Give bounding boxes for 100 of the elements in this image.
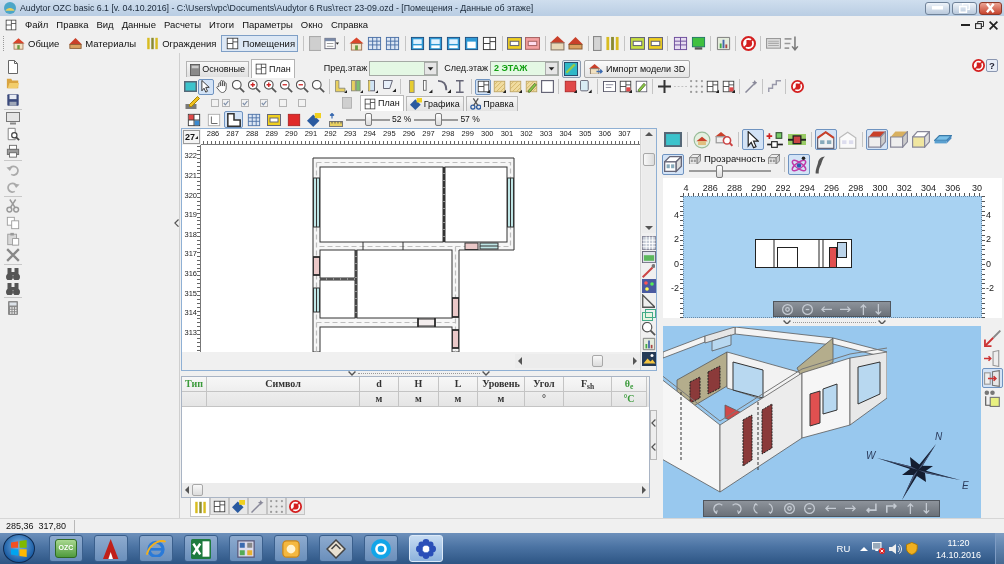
arrow-down-left-icon[interactable] [865,503,877,514]
zoom-in-icon[interactable] [783,503,795,514]
menu-item[interactable]: Справка [330,19,369,31]
monitor-icon[interactable] [6,112,20,126]
note-button[interactable] [601,78,617,95]
arrow-down-icon[interactable] [923,503,931,514]
taskbar-app-button[interactable] [274,535,308,562]
scrollbar-thumb[interactable] [642,153,655,166]
frame-button[interactable] [264,111,283,128]
atom-button[interactable] [787,154,810,175]
arrow-up-right-icon[interactable] [886,503,898,514]
language-indicator[interactable]: RU [836,542,851,555]
document-search-icon[interactable] [6,127,20,142]
scissors-icon[interactable] [6,199,20,214]
arrow-left-icon[interactable] [821,305,832,313]
line-tool-button[interactable] [561,60,581,78]
menu-item[interactable]: Правка [56,19,89,31]
panel-tab[interactable] [210,498,229,515]
edit-tab[interactable]: Правка [465,96,518,111]
scroll-up-icon[interactable] [644,132,653,136]
shield-icon[interactable] [906,542,918,555]
screen-button[interactable] [182,78,198,95]
menu-item[interactable]: Расчеты [163,19,201,31]
zoom-out-button[interactable] [278,78,294,95]
delete-icon[interactable] [6,248,20,263]
zoom-out-icon[interactable] [801,303,813,315]
dot-grid-button[interactable] [688,78,704,95]
pencil-icon[interactable] [185,96,200,110]
pointer-button[interactable] [742,129,764,150]
stripes-icon[interactable] [605,36,620,51]
arc-wall-button[interactable] [436,78,452,95]
module-button[interactable]: Ограждения [141,35,220,52]
wall-tool-button[interactable] [333,78,349,95]
monitor-icon[interactable] [691,36,706,51]
window-tool-button[interactable] [381,78,397,95]
arrow-tool-button[interactable] [981,328,1003,348]
panel-tab[interactable] [190,498,210,517]
scroll-right-icon[interactable] [642,486,646,494]
scroll-down-icon[interactable] [644,226,653,230]
grid-icon[interactable] [641,236,656,250]
chevron-left-icon[interactable] [174,219,179,228]
panel-tab[interactable] [286,498,305,515]
frame-icon[interactable] [507,37,523,50]
floor-plan-button[interactable] [475,78,491,95]
arrow-down-icon[interactable] [875,303,882,315]
restore-icon[interactable] [975,20,984,30]
plus-button[interactable] [656,78,672,95]
menu-item[interactable]: Вид [96,19,114,31]
rotate-right-icon[interactable] [732,503,743,514]
picture-icon[interactable] [641,352,656,367]
table-icon[interactable] [367,36,383,51]
module-button[interactable]: Общие [7,35,63,52]
scroll-right-icon[interactable] [633,357,637,365]
taskbar-app-button[interactable] [319,535,353,562]
speaker-icon[interactable] [889,543,903,554]
frame-icon[interactable] [525,37,541,50]
printer-icon[interactable] [6,143,20,158]
calendar-icon[interactable] [324,36,340,51]
close-button[interactable] [979,1,1002,15]
document-icon[interactable] [8,60,18,74]
screen-button[interactable] [662,129,684,150]
import-button[interactable]: Импорт модели 3D [583,60,691,78]
rotate-left-icon[interactable] [712,503,723,514]
horizontal-scrollbar[interactable] [515,354,640,368]
slider-thumb[interactable] [365,113,373,126]
floor-plan-button[interactable] [617,78,633,95]
scroll-left-icon[interactable] [185,486,189,494]
taskbar-app-button[interactable] [229,535,263,562]
panel-icon[interactable] [428,36,444,51]
building-block-button[interactable] [910,129,932,150]
maximize-button[interactable] [952,1,977,15]
house-outline-button[interactable] [662,154,684,175]
floor-plan-button[interactable] [720,78,736,95]
table-icon[interactable] [673,36,688,51]
rectangle-button[interactable] [539,78,555,95]
collapse-handle[interactable] [650,410,657,460]
taskbar-app-button[interactable] [139,535,173,562]
building-button[interactable] [815,129,837,150]
floor-plan-icon[interactable] [482,36,498,51]
hatched-area-button[interactable] [507,78,523,95]
building-block-button[interactable] [866,129,888,150]
binoculars-icon[interactable] [6,267,20,281]
zoom-out-icon[interactable] [804,503,816,514]
house-outline-icon[interactable] [689,153,701,165]
minimize-button[interactable] [925,1,950,15]
minimize-icon[interactable] [961,23,970,27]
edit-button[interactable] [633,78,649,95]
tilt-down-icon[interactable] [767,503,774,514]
view-tab[interactable]: Основные [186,61,249,77]
binoculars-icon[interactable] [6,282,20,296]
add-node-button[interactable] [764,129,786,150]
wand-button[interactable] [743,78,759,95]
roof-icon[interactable] [568,37,584,50]
panel-icon[interactable] [641,251,656,264]
chart-icon[interactable] [641,337,656,352]
arrow-left-icon[interactable] [824,505,836,512]
chevron-down-icon[interactable] [878,319,886,325]
taskbar-app-button[interactable] [364,535,398,562]
house-outline-icon[interactable] [767,153,780,165]
room-frame-button[interactable] [578,78,594,95]
